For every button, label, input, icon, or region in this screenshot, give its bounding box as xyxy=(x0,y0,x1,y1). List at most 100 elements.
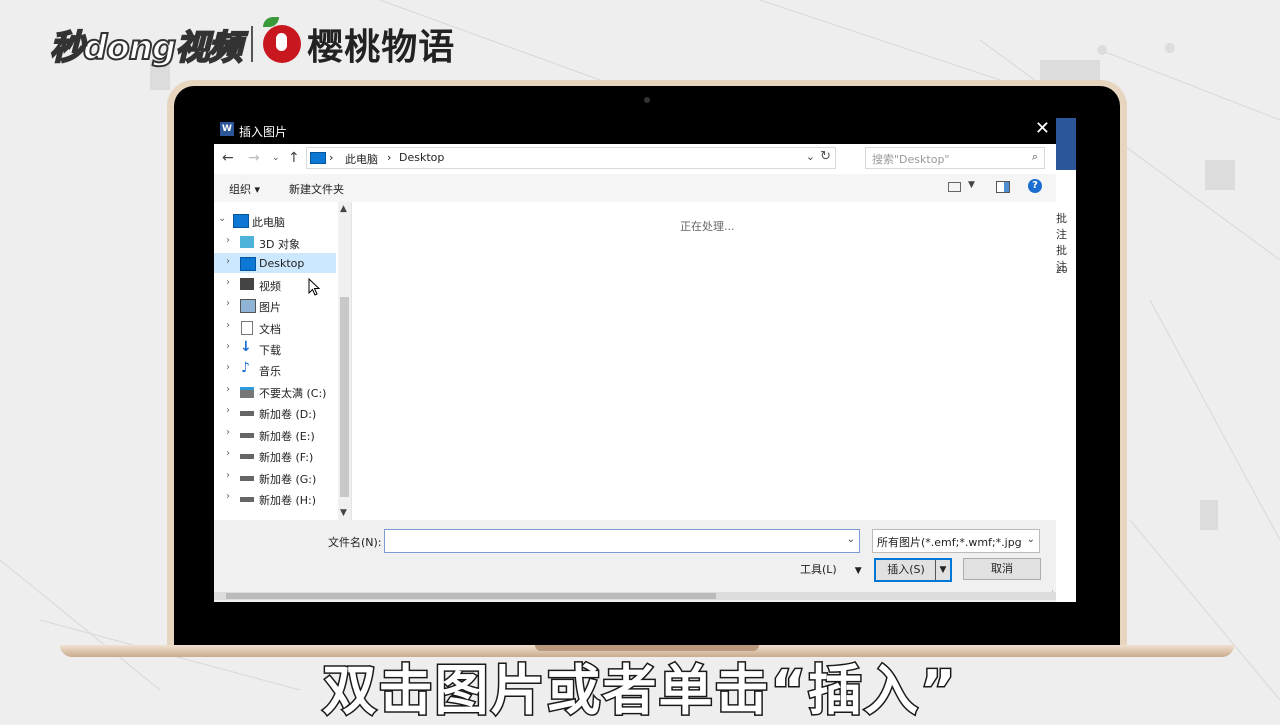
tree-scrollbar[interactable]: ▲ ▼ xyxy=(338,202,351,520)
scroll-down-icon[interactable]: ▼ xyxy=(340,508,347,518)
new-folder-button[interactable]: 新建文件夹 xyxy=(289,181,344,197)
search-placeholder: 搜索"Desktop" xyxy=(872,153,950,166)
tree-item-drive-h[interactable]: › 新加卷 (H:) xyxy=(214,488,336,508)
tree-item-label: Desktop xyxy=(259,257,305,270)
file-type-value: 所有图片(*.emf;*.wmf;*.jpg;*.jpeg xyxy=(877,536,1022,549)
back-arrow-icon[interactable]: ← xyxy=(222,150,234,166)
chevron-right-icon[interactable]: › xyxy=(226,384,230,395)
navigation-tree: ⌄ 此电脑 › 3D 对象 › Desktop › 视频 › 图片 › 文档 ›… xyxy=(214,202,352,520)
drive-icon xyxy=(240,411,254,416)
address-dropdown-icon[interactable]: ⌄ xyxy=(806,150,815,163)
filename-input[interactable] xyxy=(385,530,843,550)
chevron-right-icon[interactable]: › xyxy=(226,277,230,288)
chevron-down-icon[interactable]: ⌄ xyxy=(218,213,226,224)
file-type-select[interactable]: 所有图片(*.emf;*.wmf;*.jpg;*.jpeg ⌄ xyxy=(872,529,1040,553)
breadcrumb-desktop[interactable]: Desktop xyxy=(399,151,444,164)
filename-label: 文件名(N): xyxy=(328,536,382,549)
camera-icon xyxy=(644,97,650,103)
drive-icon xyxy=(240,433,254,438)
drive-icon xyxy=(240,497,254,502)
brand-logos: 秒dong视频 樱桃物语 xyxy=(49,17,456,70)
tree-item-drive-d[interactable]: › 新加卷 (D:) xyxy=(214,402,336,422)
address-bar[interactable]: › 此电脑 › Desktop ⌄ ↻ xyxy=(306,147,836,169)
view-mode-icon[interactable] xyxy=(948,182,961,192)
cancel-button[interactable]: 取消 xyxy=(963,558,1041,580)
forward-arrow-icon[interactable]: → xyxy=(248,150,260,166)
chevron-right-icon[interactable]: › xyxy=(226,491,230,502)
navigation-bar: ← → ⌄ ↑ › 此电脑 › Desktop ⌄ ↻ 搜索"Desktop" … xyxy=(214,144,1056,174)
tree-item-music[interactable]: › ♪ 音乐 xyxy=(214,359,336,379)
dialog-footer: 文件名(N): ⌄ 所有图片(*.emf;*.wmf;*.jpg;*.jpeg … xyxy=(214,520,1056,602)
tree-item-label: 视频 xyxy=(259,280,281,293)
filename-dropdown-icon[interactable]: ⌄ xyxy=(847,534,855,545)
music-icon: ♪ xyxy=(241,360,250,376)
tree-item-documents[interactable]: › 文档 xyxy=(214,317,336,337)
dialog-title: 插入图片 xyxy=(239,125,288,139)
mouse-cursor-icon xyxy=(308,278,321,296)
chevron-right-icon[interactable]: › xyxy=(226,235,230,246)
command-toolbar: 组织 ▾ 新建文件夹 ▼ ? xyxy=(214,174,1056,202)
word-icon: W xyxy=(220,122,234,136)
tree-item-drive-g[interactable]: › 新加卷 (G:) xyxy=(214,467,336,487)
tree-item-this-pc[interactable]: ⌄ 此电脑 xyxy=(214,210,336,230)
chevron-right-icon[interactable]: › xyxy=(226,448,230,459)
organize-label: 组织 xyxy=(229,183,251,196)
tree-item-drive-e[interactable]: › 新加卷 (E:) xyxy=(214,424,336,444)
horizontal-scrollbar-thumb[interactable] xyxy=(226,593,716,599)
dialog-titlebar: W 插入图片 ✕ xyxy=(214,116,1056,144)
preview-pane-icon[interactable] xyxy=(996,181,1010,193)
up-arrow-icon[interactable]: ↑ xyxy=(288,150,300,166)
miaodong-logo: 秒dong视频 xyxy=(49,27,243,69)
desktop-icon xyxy=(240,257,256,271)
tools-button[interactable]: 工具(L) ▼ xyxy=(800,561,862,577)
file-list-pane[interactable]: 正在处理... xyxy=(352,202,1056,520)
chevron-right-icon[interactable]: › xyxy=(226,470,230,481)
chevron-right-icon[interactable]: › xyxy=(226,256,230,267)
yingtao-logo: 樱桃物语 xyxy=(307,27,456,68)
pc-icon xyxy=(233,214,249,228)
chevron-down-icon[interactable]: ⌄ xyxy=(1027,534,1035,545)
tree-item-label: 新加卷 (E:) xyxy=(259,430,315,443)
tree-item-3d-objects[interactable]: › 3D 对象 xyxy=(214,232,336,252)
brand-separator xyxy=(251,26,254,62)
chevron-right-icon[interactable]: › xyxy=(226,405,230,416)
breadcrumb-this-pc[interactable]: 此电脑 xyxy=(345,151,378,167)
refresh-icon[interactable]: ↻ xyxy=(820,149,831,164)
tree-item-label: 不要太满 (C:) xyxy=(259,387,327,400)
insert-button[interactable]: 插入(S) ▼ xyxy=(874,558,952,582)
help-icon[interactable]: ? xyxy=(1028,179,1042,193)
scrollbar-thumb[interactable] xyxy=(340,297,349,497)
scroll-up-icon[interactable]: ▲ xyxy=(340,204,347,214)
tree-item-drive-f[interactable]: › 新加卷 (F:) xyxy=(214,445,336,465)
tree-item-label: 新加卷 (F:) xyxy=(259,451,314,464)
organize-button[interactable]: 组织 ▾ xyxy=(229,181,260,197)
chevron-right-icon[interactable]: › xyxy=(226,362,230,373)
chevron-right-icon[interactable]: › xyxy=(226,427,230,438)
tools-label: 工具(L) xyxy=(800,563,837,576)
video-caption: 双击图片或者单击“插入” xyxy=(321,658,958,724)
tree-item-label: 此电脑 xyxy=(252,216,285,229)
view-mode-caret-icon[interactable]: ▼ xyxy=(968,180,975,190)
tree-item-label: 3D 对象 xyxy=(259,238,300,251)
chevron-right-icon[interactable]: › xyxy=(226,298,230,309)
tree-item-downloads[interactable]: › ↓ 下载 xyxy=(214,338,336,358)
word-label: 20 xyxy=(1056,266,1068,276)
tree-item-drive-c[interactable]: › 不要太满 (C:) xyxy=(214,381,336,401)
drive-icon xyxy=(240,476,254,481)
tree-item-pictures[interactable]: › 图片 xyxy=(214,295,336,315)
loading-status: 正在处理... xyxy=(680,220,735,233)
video-icon xyxy=(240,278,254,290)
search-box[interactable]: 搜索"Desktop" ⌕ xyxy=(865,147,1045,169)
cube-icon xyxy=(240,236,254,248)
close-button[interactable]: ✕ xyxy=(1035,118,1050,140)
chevron-right-icon[interactable]: › xyxy=(226,320,230,331)
horizontal-scrollbar[interactable] xyxy=(214,592,1056,600)
tree-item-desktop[interactable]: › Desktop xyxy=(214,253,336,273)
chevron-right-icon[interactable]: › xyxy=(226,341,230,352)
recent-locations-caret-icon[interactable]: ⌄ xyxy=(272,153,280,163)
filename-field[interactable]: ⌄ xyxy=(384,529,860,553)
tree-item-label: 下载 xyxy=(259,344,281,357)
insert-options-caret-icon[interactable]: ▼ xyxy=(935,560,950,580)
word-ribbon xyxy=(1056,118,1076,170)
tree-item-label: 新加卷 (G:) xyxy=(259,473,317,486)
